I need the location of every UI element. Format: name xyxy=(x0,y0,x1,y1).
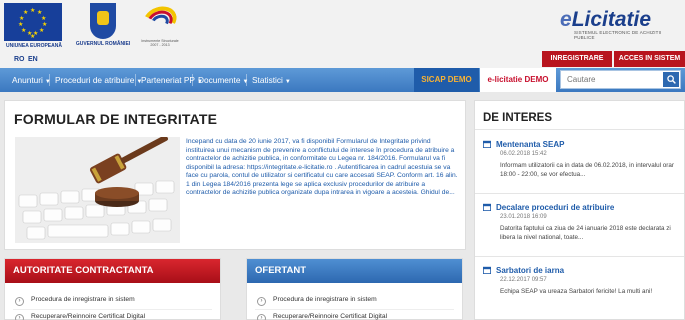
government-logo[interactable]: GUVERNUL ROMÂNIEI xyxy=(72,3,134,47)
news-sidebar: DE INTERES Mentenanta SEAP 06.02.2018 15… xyxy=(474,100,685,320)
struct-caption: Instrumente Structurale 2007 - 2013 xyxy=(141,39,179,47)
authority-registration-link[interactable]: › Procedura de inregistrare in sistem xyxy=(15,296,135,306)
bidder-box: OFERTANT › Procedura de inregistrare in s… xyxy=(246,258,463,320)
link-label: Recuperare/Reinnoire Certificat Digital xyxy=(31,313,146,320)
structural-instruments-logo[interactable]: Instrumente Structurale 2007 - 2013 xyxy=(139,1,181,47)
article-excerpt[interactable]: Incepand cu data de 20 iunie 2017, va fi… xyxy=(186,138,459,198)
nav-item-documente[interactable]: Documente ▼ xyxy=(198,68,248,92)
bidder-title[interactable]: OFERTANT xyxy=(247,259,462,283)
caret-down-icon: ▼ xyxy=(284,79,291,85)
site-header: ★ ★ ★ ★ ★ ★ ★ ★ ★ ★ ★ ★ UNIUNEA EUROPEANĂ GUVERN… xyxy=(0,0,685,68)
chevron-right-icon: › xyxy=(15,314,24,320)
eu-flag-icon: ★ ★ ★ ★ ★ ★ ★ ★ ★ ★ ★ ★ xyxy=(4,3,62,41)
brand-tagline: SISTEMUL ELECTRONIC DE ACHIZITII PUBLICE xyxy=(574,30,662,40)
news-title[interactable]: Mentenanta SEAP xyxy=(483,140,683,149)
eu-logo[interactable]: ★ ★ ★ ★ ★ ★ ★ ★ ★ ★ ★ ★ UNIUNEA EUROPEANĂ xyxy=(4,3,64,49)
featured-article: FORMULAR DE INTEGRITATE Incepand cu data… xyxy=(4,100,466,250)
bidder-registration-link[interactable]: › Procedura de inregistrare in sistem xyxy=(257,296,377,306)
gavel-keyboard-illustration xyxy=(15,137,180,243)
news-date: 22.12.2017 09:57 xyxy=(500,277,547,283)
news-excerpt: Echipa SEAP va ureaza Sarbatori fericite… xyxy=(500,288,653,295)
brand-name: eLicitatie xyxy=(560,8,652,31)
calendar-icon xyxy=(483,203,491,211)
register-button[interactable]: INREGISTRARE xyxy=(542,51,612,67)
link-label: Recuperare/Reinnoire Certificat Digital xyxy=(273,313,388,320)
bidder-certificate-link[interactable]: › Recuperare/Reinnoire Certificat Digital xyxy=(257,313,387,320)
authority-certificate-link[interactable]: › Recuperare/Reinnoire Certificat Digital xyxy=(15,313,145,320)
chevron-right-icon: › xyxy=(257,314,266,320)
contracting-authority-title[interactable]: AUTORITATE CONTRACTANTA xyxy=(5,259,220,283)
sidebar-title: DE INTERES xyxy=(483,112,553,124)
coat-of-arms-icon xyxy=(90,3,116,39)
nav-item-proceduri[interactable]: Proceduri de atribuire ▼ xyxy=(55,68,142,92)
chevron-right-icon: › xyxy=(257,297,266,306)
search-icon xyxy=(666,75,676,84)
eu-caption: UNIUNEA EUROPEANĂ xyxy=(6,43,62,49)
structural-instruments-icon xyxy=(139,1,181,39)
calendar-icon xyxy=(483,266,491,274)
nav-label: Statistici xyxy=(252,75,283,85)
nav-label: Anunturi xyxy=(12,75,43,85)
search-box xyxy=(560,70,681,89)
news-date: 06.02.2018 15:42 xyxy=(500,151,547,157)
language-en-link[interactable]: EN xyxy=(28,56,38,63)
news-excerpt: Datorita faptului ca ziua de 24 ianuarie… xyxy=(500,225,671,241)
contracting-authority-box: AUTORITATE CONTRACTANTA › Procedura de in… xyxy=(4,258,221,320)
nav-label: Documente xyxy=(198,75,241,85)
nav-item-anunturi[interactable]: Anunturi ▼ xyxy=(12,68,51,92)
calendar-icon xyxy=(483,140,491,148)
news-item[interactable]: Decalare proceduri de atribuire 23.01.20… xyxy=(483,203,683,242)
sicap-demo-link[interactable]: SICAP DEMO xyxy=(414,68,479,92)
gov-caption: GUVERNUL ROMÂNIEI xyxy=(75,41,131,47)
news-date: 23.01.2018 16:09 xyxy=(500,214,547,220)
article-title[interactable]: FORMULAR DE INTEGRITATE xyxy=(14,111,217,127)
link-label: Procedura de inregistrare in sistem xyxy=(273,296,377,303)
chevron-right-icon: › xyxy=(15,297,24,306)
login-button[interactable]: ACCES IN SISTEM xyxy=(614,51,685,67)
nav-label: Parteneriat PP xyxy=(141,75,195,85)
article-image[interactable] xyxy=(15,137,180,243)
language-ro-link[interactable]: RO xyxy=(14,56,25,63)
link-label: Procedura de inregistrare in sistem xyxy=(31,296,135,303)
news-title[interactable]: Sarbatori de iarna xyxy=(483,266,683,275)
search-button[interactable] xyxy=(663,72,679,87)
nav-label: Proceduri de atribuire xyxy=(55,75,135,85)
news-title[interactable]: Decalare proceduri de atribuire xyxy=(483,203,683,212)
nav-item-parteneriat[interactable]: Parteneriat PP ▼ xyxy=(141,68,203,92)
elicitatie-demo-link[interactable]: e-licitatie DEMO xyxy=(480,68,556,92)
elicitatie-logo[interactable]: eLicitatie SISTEMUL ELECTRONIC DE ACHIZI… xyxy=(560,8,680,40)
news-item[interactable]: Mentenanta SEAP 06.02.2018 15:42 Informa… xyxy=(483,140,683,179)
nav-item-statistici[interactable]: Statistici ▼ xyxy=(252,68,291,92)
news-item[interactable]: Sarbatori de iarna 22.12.2017 09:57 Echi… xyxy=(483,266,683,297)
search-input[interactable] xyxy=(563,72,659,87)
news-excerpt: Informam utilizatorii ca in data de 06.0… xyxy=(500,162,674,178)
